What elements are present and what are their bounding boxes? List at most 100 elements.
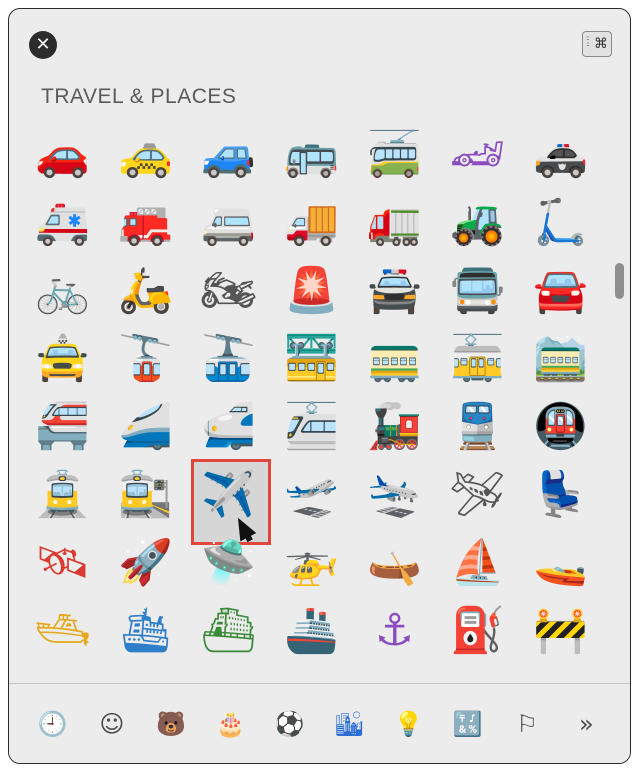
emoji-cell[interactable]: 🚟 — [270, 325, 353, 393]
emoji-cell[interactable]: 🚆 — [436, 393, 519, 461]
close-icon: ✕ — [35, 34, 51, 55]
smileys-icon: ☺ — [99, 709, 125, 738]
emoji-cell[interactable]: 🚚 — [270, 189, 353, 257]
emoji-cell[interactable]: 🚃 — [353, 325, 436, 393]
emoji-cell[interactable]: 🛴 — [519, 189, 602, 257]
emoji-cell[interactable]: 🚁 — [270, 529, 353, 597]
emoji-cell[interactable]: 🚠 — [187, 325, 270, 393]
emoji-cell[interactable]: 🚅 — [187, 393, 270, 461]
emoji-cell[interactable]: 🚜 — [436, 189, 519, 257]
emoji-glyph: 🚟 — [284, 333, 339, 384]
emoji-glyph: ⚓ — [374, 605, 415, 656]
emoji-cell[interactable]: ⚓ — [353, 597, 436, 665]
emoji-glyph: 🚍 — [450, 265, 505, 316]
emoji-glyph: 🚲 — [35, 265, 90, 316]
emoji-cell[interactable]: 🚇 — [519, 393, 602, 461]
emoji-glyph: 🚐 — [201, 197, 256, 248]
emoji-cell[interactable]: 🚌 — [270, 121, 353, 189]
emoji-cell[interactable]: ⛵ — [436, 529, 519, 597]
emoji-cell[interactable]: 🚔 — [353, 257, 436, 325]
emoji-cell[interactable]: 🚈 — [270, 393, 353, 461]
emoji-glyph: 🚔 — [367, 265, 422, 316]
emoji-cell[interactable]: 🚘 — [519, 257, 602, 325]
category-tab-food[interactable]: 🎂 — [211, 704, 251, 744]
emoji-glyph: 🚚 — [284, 197, 339, 248]
emoji-cell[interactable]: 🛰 — [21, 529, 104, 597]
emoji-cell[interactable]: 🚄 — [104, 393, 187, 461]
emoji-cell[interactable]: 🚎 — [353, 121, 436, 189]
category-tab-activity[interactable]: ⚽ — [270, 704, 310, 744]
emoji-glyph: 🚓 — [533, 129, 588, 180]
emoji-glyph: 🛥 — [34, 605, 91, 656]
emoji-cell[interactable]: 🚧 — [519, 597, 602, 665]
scrollbar-track[interactable] — [608, 109, 630, 689]
emoji-cell[interactable]: 🛵 — [104, 257, 187, 325]
emoji-cell[interactable]: 🚤 — [519, 529, 602, 597]
emoji-glyph: 🚨 — [284, 265, 339, 316]
emoji-cell[interactable]: 🏎 — [436, 121, 519, 189]
emoji-cell[interactable]: 🛫 — [270, 461, 353, 529]
emoji-glyph: 🛫 — [284, 469, 339, 520]
emoji-cell[interactable]: 🛬 — [353, 461, 436, 529]
category-tab-objects[interactable]: 💡 — [388, 704, 428, 744]
emoji-cell[interactable]: 🚊 — [21, 461, 104, 529]
close-button[interactable]: ✕ — [29, 31, 57, 59]
emoji-cell[interactable]: 🚉 — [104, 461, 187, 529]
emoji-cell[interactable]: 🚀 — [104, 529, 187, 597]
emoji-cell[interactable]: ✈️ — [187, 459, 271, 545]
category-tab-symbols[interactable]: 🔣 — [448, 704, 488, 744]
emoji-cell[interactable]: 🚂 — [353, 393, 436, 461]
emoji-glyph: 🚤 — [533, 537, 588, 588]
category-bar: 🕘 ☺ 🐻 🎂 ⚽ 🏙 💡 🔣 ⚐ » — [9, 683, 630, 763]
emoji-glyph: 🚝 — [35, 401, 90, 452]
emoji-cell[interactable]: 🚙 — [187, 121, 270, 189]
emoji-cell[interactable]: 🚲 — [21, 257, 104, 325]
emoji-cell[interactable]: 🛩 — [436, 461, 519, 529]
emoji-cell[interactable]: 🚝 — [21, 393, 104, 461]
emoji-cell[interactable]: 🚒 — [104, 189, 187, 257]
emoji-glyph: 🚃 — [367, 333, 422, 384]
emoji-cell[interactable]: 💺 — [519, 461, 602, 529]
emoji-glyph: 🚌 — [284, 129, 339, 180]
emoji-cell[interactable]: ⛴ — [187, 597, 270, 665]
emoji-cell[interactable]: 🛸 — [187, 529, 270, 597]
category-tab-travel[interactable]: 🏙 — [329, 704, 369, 744]
category-tab-flags[interactable]: ⚐ — [507, 704, 547, 744]
emoji-glyph: 🛩 — [449, 469, 506, 520]
emoji-cell[interactable]: 🚓 — [519, 121, 602, 189]
emoji-glyph: 🚒 — [118, 197, 173, 248]
emoji-cell[interactable]: 🛥 — [21, 597, 104, 665]
character-viewer-button[interactable]: :::: ⌘ — [582, 31, 612, 57]
emoji-cell[interactable]: ⛽ — [436, 597, 519, 665]
emoji-cell[interactable]: 🚖 — [21, 325, 104, 393]
emoji-cell[interactable]: 🚕 — [104, 121, 187, 189]
emoji-glyph: 🚖 — [35, 333, 90, 384]
emoji-cell[interactable]: 🚨 — [270, 257, 353, 325]
emoji-cell[interactable]: 🚍 — [436, 257, 519, 325]
emoji-grid: 🚗 🚕 🚙 🚌 🚎 🏎 🚓 🚑 🚒 🚐 🚚 🚛 🚜 🛴 🚲 🛵 🏍 🚨 🚔 🚍 🚘 🚖 🚡 🚠 🚟 🚃 🚋 🚞 🚝 🚄 🚅 🚈 🚂 🚆 🚇 🚊 🚉 ✈️ 🛫… — [21, 121, 603, 665]
emoji-cell[interactable]: 🛳 — [104, 597, 187, 665]
emoji-cell[interactable]: 🚑 — [21, 189, 104, 257]
emoji-glyph: 🛸 — [201, 537, 256, 588]
emoji-cell[interactable]: 🚋 — [436, 325, 519, 393]
emoji-glyph: ⛵ — [450, 537, 505, 588]
emoji-cell[interactable]: 🚗 — [21, 121, 104, 189]
emoji-cell[interactable]: 🚞 — [519, 325, 602, 393]
emoji-cell[interactable]: 🛶 — [353, 529, 436, 597]
emoji-glyph: 🏍 — [200, 265, 257, 316]
emoji-cell[interactable]: 🚢 — [270, 597, 353, 665]
flags-icon: ⚐ — [516, 709, 538, 738]
symbols-icon: 🔣 — [452, 709, 483, 738]
emoji-cell[interactable]: 🚐 — [187, 189, 270, 257]
category-tab-animals[interactable]: 🐻 — [151, 704, 191, 744]
emoji-cell[interactable]: 🏍 — [187, 257, 270, 325]
scrollbar-thumb[interactable] — [615, 263, 624, 299]
category-tab-recent[interactable]: 🕘 — [33, 704, 73, 744]
emoji-glyph: 🚠 — [201, 333, 256, 384]
emoji-cell[interactable]: 🚛 — [353, 189, 436, 257]
category-tab-smileys[interactable]: ☺ — [92, 704, 132, 744]
emoji-glyph: 🛵 — [118, 265, 173, 316]
emoji-glyph: 🚁 — [284, 537, 339, 588]
more-categories-button[interactable]: » — [566, 704, 606, 744]
emoji-cell[interactable]: 🚡 — [104, 325, 187, 393]
